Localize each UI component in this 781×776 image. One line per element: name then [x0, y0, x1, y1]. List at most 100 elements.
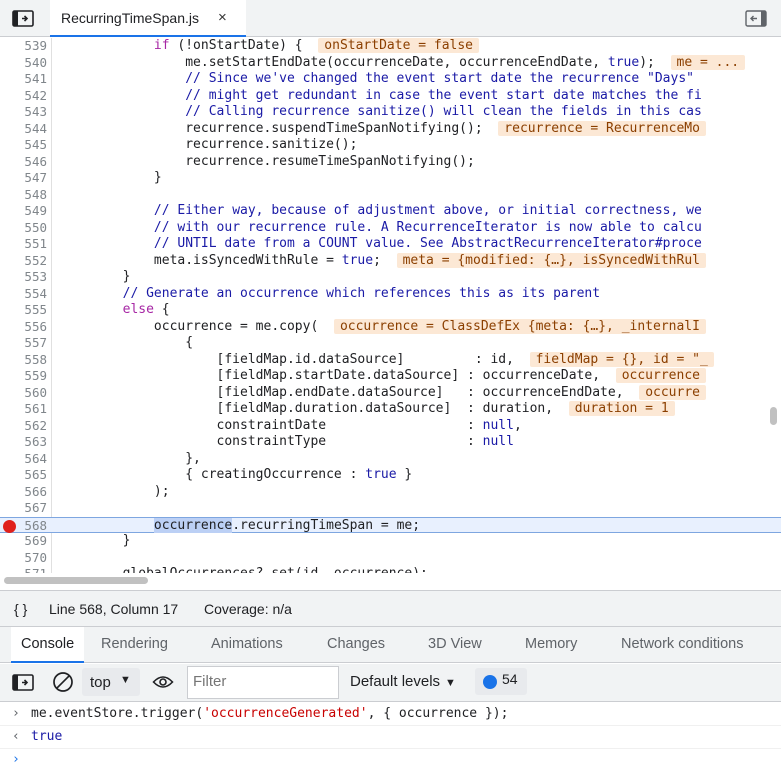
line-number[interactable]: 548 [0, 187, 47, 204]
code-line[interactable]: 556 occurrence = me.copy( occurrence = C… [0, 318, 781, 336]
code-line[interactable]: 557 { [0, 335, 781, 352]
horizontal-scrollbar[interactable] [4, 577, 148, 584]
line-number[interactable]: 559 [0, 368, 47, 385]
context-selector[interactable]: top ▼ [82, 668, 140, 696]
pretty-print-button[interactable]: { } [14, 601, 27, 617]
line-number[interactable]: 547 [0, 170, 47, 187]
chevron-down-icon: ▼ [120, 674, 131, 686]
line-number[interactable]: 549 [0, 203, 47, 220]
line-number[interactable]: 544 [0, 121, 47, 138]
line-number[interactable]: 539 [0, 38, 47, 55]
line-number[interactable]: 567 [0, 500, 47, 517]
line-number[interactable]: 552 [0, 253, 47, 270]
show-sidebar-icon[interactable] [12, 674, 34, 691]
code-line[interactable]: 563 constraintType : null [0, 434, 781, 451]
code-line[interactable]: 567 [0, 500, 781, 517]
code-line[interactable]: 558 [fieldMap.id.dataSource] : id, field… [0, 351, 781, 369]
line-number[interactable]: 565 [0, 467, 47, 484]
code-line[interactable]: 554 // Generate an occurrence which refe… [0, 286, 781, 303]
line-number[interactable]: 564 [0, 451, 47, 468]
code-line[interactable]: 544 recurrence.suspendTimeSpanNotifying(… [0, 120, 781, 138]
code-line[interactable]: 559 [fieldMap.startDate.dataSource] : oc… [0, 368, 781, 385]
line-number[interactable]: 563 [0, 434, 47, 451]
tab-changes[interactable]: Changes [327, 627, 385, 663]
line-number[interactable]: 566 [0, 484, 47, 501]
code-line[interactable]: 564 }, [0, 451, 781, 468]
clear-console-icon[interactable] [52, 671, 74, 693]
tab-animations[interactable]: Animations [211, 627, 283, 663]
code-line[interactable]: 549 // Either way, because of adjustment… [0, 203, 781, 220]
code-line[interactable]: 547 } [0, 170, 781, 187]
code-text: recurrence.resumeTimeSpanNotifying(); [60, 153, 475, 169]
prompt-chevron-icon: › [12, 752, 20, 767]
line-number[interactable]: 570 [0, 550, 47, 567]
tab-console[interactable]: Console [11, 627, 85, 663]
code-line[interactable]: 562 constraintDate : null, [0, 418, 781, 435]
line-number[interactable]: 562 [0, 418, 47, 435]
code-text: meta.isSyncedWithRule = true; meta = {mo… [60, 252, 706, 270]
tab-rendering[interactable]: Rendering [101, 627, 168, 663]
line-number[interactable]: 540 [0, 55, 47, 72]
tab-memory[interactable]: Memory [525, 627, 577, 663]
execution-line[interactable]: 568 occurrence.recurringTimeSpan = me; [0, 516, 781, 535]
code-line[interactable]: 565 { creatingOccurrence : true } [0, 467, 781, 484]
message-count-badge[interactable]: 54 [475, 668, 527, 695]
line-number[interactable]: 555 [0, 302, 47, 319]
vertical-scrollbar[interactable] [770, 407, 777, 425]
toggle-debugger-icon[interactable] [745, 10, 767, 27]
code-editor[interactable]: 539 if (!onStartDate) { onStartDate = fa… [0, 38, 781, 573]
line-number[interactable]: 553 [0, 269, 47, 286]
code-line[interactable]: 545 recurrence.sanitize(); [0, 137, 781, 154]
code-text: [fieldMap.id.dataSource] : id, fieldMap … [60, 351, 714, 369]
code-line[interactable]: 566 ); [0, 484, 781, 501]
line-number[interactable]: 560 [0, 385, 47, 402]
code-line[interactable]: 542 // might get redundant in case the e… [0, 88, 781, 105]
line-number[interactable]: 558 [0, 352, 47, 369]
line-number[interactable]: 557 [0, 335, 47, 352]
line-number[interactable]: 550 [0, 220, 47, 237]
code-text: // with our recurrence rule. A Recurrenc… [153, 219, 702, 235]
console-prompt-line[interactable]: › [0, 749, 781, 772]
line-number[interactable]: 545 [0, 137, 47, 154]
close-tab-icon[interactable]: × [218, 9, 227, 26]
code-line[interactable]: 543 // Calling recurrence sanitize() wil… [0, 104, 781, 121]
tab-network-conditions[interactable]: Network conditions [621, 627, 744, 663]
console-toolbar: top ▼ Default levels ▼ 54 [0, 664, 781, 702]
line-number[interactable]: 556 [0, 319, 47, 336]
code-line[interactable]: 540 me.setStartEndDate(occurrenceDate, o… [0, 54, 781, 72]
filter-field[interactable] [187, 666, 339, 699]
tab-3d-view[interactable]: 3D View [428, 627, 482, 663]
console-input-text[interactable]: me.eventStore.trigger('occurrenceGenerat… [31, 706, 508, 721]
code-line[interactable]: 552 meta.isSyncedWithRule = true; meta =… [0, 252, 781, 270]
code-line[interactable]: 550 // with our recurrence rule. A Recur… [0, 220, 781, 237]
code-line[interactable]: 569 } [0, 533, 781, 550]
code-line[interactable]: 553 } [0, 269, 781, 286]
code-line[interactable]: 541 // Since we've changed the event sta… [0, 71, 781, 88]
line-number[interactable]: 571 [0, 566, 47, 573]
line-number[interactable]: 568 [0, 518, 47, 535]
line-number[interactable]: 554 [0, 286, 47, 303]
code-line[interactable]: 539 if (!onStartDate) { onStartDate = fa… [0, 38, 781, 55]
filter-input[interactable] [193, 667, 333, 696]
line-number[interactable]: 542 [0, 88, 47, 105]
line-number[interactable]: 543 [0, 104, 47, 121]
line-number[interactable]: 569 [0, 533, 47, 550]
code-line[interactable]: 551 // UNTIL date from a COUNT value. Se… [0, 236, 781, 253]
live-expression-eye-icon[interactable] [152, 674, 174, 690]
code-line[interactable]: 548 [0, 187, 781, 204]
code-line[interactable]: 561 [fieldMap.duration.dataSource] : dur… [0, 401, 781, 418]
editor-status-bar: { } Line 568, Column 17 Coverage: n/a [0, 590, 781, 627]
code-line[interactable]: 555 else { [0, 302, 781, 319]
line-number[interactable]: 541 [0, 71, 47, 88]
code-line[interactable]: 570 [0, 550, 781, 567]
line-number[interactable]: 551 [0, 236, 47, 253]
code-line[interactable]: 560 [fieldMap.endDate.dataSource] : occu… [0, 384, 781, 402]
code-line[interactable]: 571 globalOccurrences?.set(id, occurrenc… [0, 566, 781, 573]
toggle-navigator-icon[interactable] [12, 10, 34, 27]
line-number[interactable]: 546 [0, 154, 47, 171]
code-line[interactable]: 546 recurrence.resumeTimeSpanNotifying()… [0, 154, 781, 171]
code-text: }, [60, 450, 201, 466]
line-number[interactable]: 561 [0, 401, 47, 418]
file-tab[interactable]: RecurringTimeSpan.js × [50, 0, 246, 37]
log-levels-dropdown[interactable]: Default levels ▼ [350, 673, 456, 690]
